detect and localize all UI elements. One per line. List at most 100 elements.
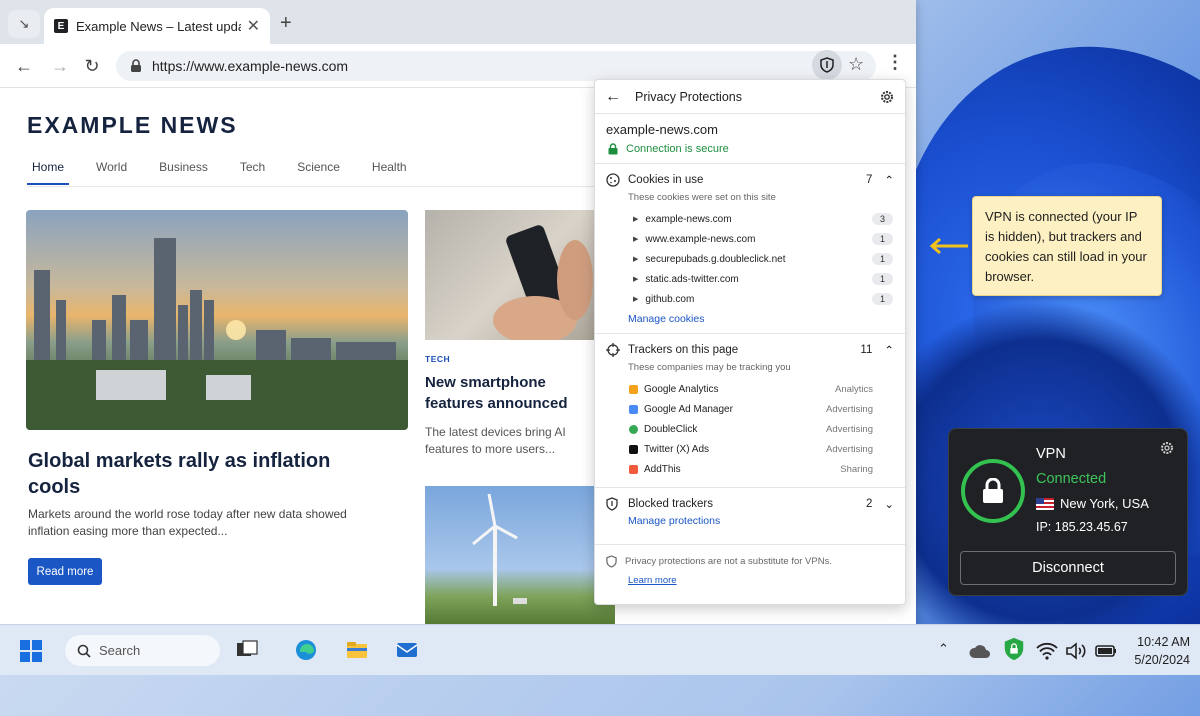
- chevron-down-icon[interactable]: ⌄: [884, 497, 894, 511]
- forward-button[interactable]: →: [48, 54, 72, 78]
- manage-cookies-link[interactable]: Manage cookies: [595, 309, 905, 325]
- cookies-section-header[interactable]: Cookies in use 7 ⌃: [595, 164, 905, 187]
- search-label: Search: [99, 643, 141, 658]
- cookie-row[interactable]: ▶ example-news.com 3: [595, 209, 905, 229]
- tracker-row[interactable]: DoubleClick Advertising: [595, 419, 905, 439]
- callout-arrow-icon: [929, 237, 968, 255]
- tracker-name: Google Ad Manager: [644, 403, 733, 415]
- blocked-section-header[interactable]: Blocked trackers 2 ⌄: [595, 488, 905, 511]
- lock-icon: [983, 478, 1003, 503]
- site-logo[interactable]: EXAMPLE NEWS: [27, 112, 238, 139]
- tracker-category: Sharing: [840, 463, 873, 475]
- edge-browser-icon[interactable]: [294, 638, 318, 662]
- smartphone-image[interactable]: [425, 210, 615, 340]
- manage-protections-link[interactable]: Manage protections: [595, 511, 905, 527]
- start-windows-icon[interactable]: [20, 640, 42, 662]
- panel-site-name: example-news.com: [606, 122, 718, 137]
- addthis-icon: [629, 464, 638, 474]
- tracker-row[interactable]: Google Analytics Analytics: [595, 379, 905, 399]
- bookmark-star-icon[interactable]: ☆: [848, 54, 864, 75]
- nav-science[interactable]: Science: [292, 158, 345, 185]
- taskbar-search[interactable]: Search: [65, 635, 220, 666]
- cookie-count-badge: 3: [871, 213, 893, 225]
- settings-gear-icon[interactable]: [879, 89, 895, 105]
- mail-icon[interactable]: [395, 638, 419, 662]
- file-explorer-icon[interactable]: [345, 638, 369, 662]
- tracker-row[interactable]: Google Ad Manager Advertising: [595, 399, 905, 419]
- site-favicon-icon: E: [54, 19, 68, 33]
- vpn-title: VPN: [1036, 446, 1066, 462]
- active-tab[interactable]: E Example News – Latest updates ✕: [44, 8, 270, 44]
- vpn-ip: IP: 185.23.45.67: [1036, 520, 1128, 534]
- site-nav: Home World Business Tech Science Health: [27, 158, 434, 185]
- back-button[interactable]: ←: [12, 54, 36, 78]
- cookie-row[interactable]: ▶ static.ads-twitter.com 1: [595, 269, 905, 289]
- cookie-domain: static.ads-twitter.com: [645, 273, 739, 285]
- tab-close-icon[interactable]: ✕: [247, 16, 260, 36]
- back-arrow-icon[interactable]: ←: [605, 88, 621, 106]
- clock-date: 5/20/2024: [1134, 653, 1190, 667]
- expand-arrow-icon: ▶: [633, 256, 639, 263]
- tab-search-dropdown[interactable]: ↘: [8, 10, 40, 38]
- learn-more-link[interactable]: Learn more: [606, 568, 894, 586]
- show-hidden-icons-chevron-icon[interactable]: ⌃: [938, 641, 949, 657]
- read-more-button[interactable]: Read more: [28, 558, 102, 585]
- card-headline[interactable]: New smartphone features announced: [425, 372, 605, 414]
- blocked-label: Blocked trackers: [628, 498, 714, 510]
- callout-note: VPN is connected (your IP is hidden), bu…: [972, 196, 1162, 296]
- tracker-row[interactable]: AddThis Sharing: [595, 459, 905, 479]
- nav-business[interactable]: Business: [154, 158, 213, 185]
- vpn-location: New York, USA: [1036, 496, 1149, 511]
- vpn-status: Connected: [1036, 471, 1107, 487]
- new-tab-button[interactable]: +: [280, 12, 292, 35]
- expand-arrow-icon: ▶: [633, 236, 639, 243]
- cookies-subtitle: These cookies were set on this site: [628, 192, 776, 203]
- reload-button[interactable]: ↻: [80, 54, 104, 78]
- onedrive-cloud-icon[interactable]: [968, 640, 992, 664]
- cookie-row[interactable]: ▶ github.com 1: [595, 289, 905, 309]
- wind-turbine-image[interactable]: [425, 486, 615, 624]
- google-ad-manager-icon: [629, 404, 638, 414]
- trackers-count: 11: [860, 344, 873, 356]
- browser-menu-button[interactable]: ⋮: [886, 52, 904, 73]
- clock-time: 10:42 AM: [1137, 635, 1190, 649]
- chevron-up-icon[interactable]: ⌃: [884, 173, 894, 187]
- system-clock[interactable]: 10:42 AM 5/20/2024: [1124, 633, 1190, 669]
- tracker-name: Google Analytics: [644, 383, 719, 395]
- cookie-row[interactable]: ▶ securepubads.g.doubleclick.net 1: [595, 249, 905, 269]
- browser-window: ↘ E Example News – Latest updates ✕ + ← …: [0, 0, 916, 624]
- nav-home[interactable]: Home: [27, 158, 70, 185]
- vpn-shield-tray-icon[interactable]: [1002, 637, 1026, 661]
- cookie-domain: securepubads.g.doubleclick.net: [645, 253, 786, 265]
- tracker-row[interactable]: Twitter (X) Ads Advertising: [595, 439, 905, 459]
- tracker-name: Twitter (X) Ads: [644, 443, 710, 455]
- card-summary: The latest devices bring AI features to …: [425, 425, 566, 456]
- cookie-row[interactable]: ▶ www.example-news.com 1: [595, 229, 905, 249]
- wifi-icon[interactable]: [1035, 639, 1059, 663]
- taskbar: Search ⌃ 10:42 AM 5/20/2024: [0, 624, 1200, 675]
- cookie-icon: [606, 173, 620, 187]
- vpn-settings-gear-icon[interactable]: [1159, 440, 1175, 456]
- cookie-domain: github.com: [645, 293, 695, 305]
- doubleclick-icon: [629, 424, 638, 434]
- hero-summary: Markets around the world rose today afte…: [28, 507, 347, 538]
- privacy-shield-button[interactable]: [812, 50, 842, 80]
- hero-image[interactable]: [26, 210, 408, 430]
- disconnect-button[interactable]: Disconnect: [960, 551, 1176, 585]
- trackers-subtitle: These companies may be tracking you: [628, 362, 791, 373]
- nav-health[interactable]: Health: [367, 158, 412, 185]
- task-view-icon[interactable]: [235, 638, 259, 662]
- trackers-section-header[interactable]: Trackers on this page 11 ⌃: [595, 334, 905, 357]
- card-tag[interactable]: TECH: [425, 354, 450, 364]
- chevron-up-icon[interactable]: ⌃: [884, 343, 894, 357]
- green-lock-icon: [608, 143, 618, 155]
- volume-icon[interactable]: [1064, 639, 1088, 663]
- google-analytics-icon: [629, 384, 638, 394]
- url-text: https://www.example-news.com: [152, 58, 349, 74]
- nav-world[interactable]: World: [91, 158, 132, 185]
- hero-headline[interactable]: Global markets rally as inflation cools: [28, 448, 368, 500]
- battery-icon[interactable]: [1094, 639, 1118, 663]
- nav-tech[interactable]: Tech: [235, 158, 270, 185]
- address-bar[interactable]: https://www.example-news.com: [116, 51, 876, 81]
- trackers-label: Trackers on this page: [628, 344, 739, 356]
